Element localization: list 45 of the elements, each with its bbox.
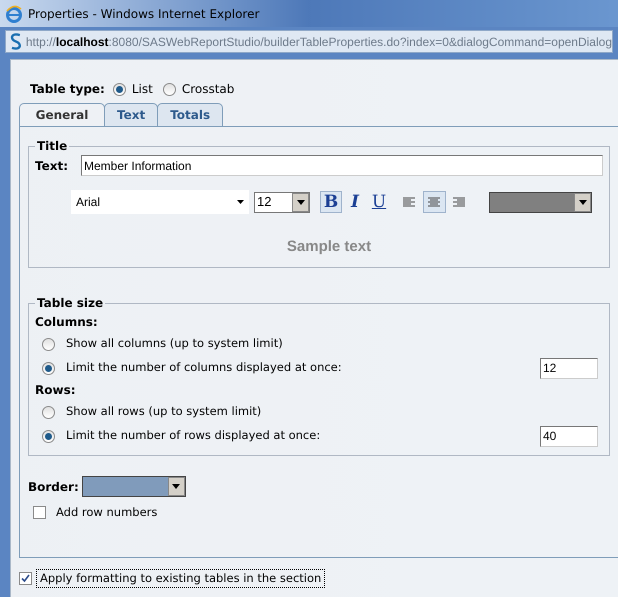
limit-field[interactable]: 40 — [540, 426, 598, 446]
align-right-icon — [453, 196, 466, 208]
align-center-button[interactable] — [423, 191, 446, 213]
tab[interactable]: General — [19, 103, 105, 127]
align-center-icon — [428, 196, 441, 208]
radio-button[interactable] — [42, 406, 55, 418]
radio-button[interactable] — [42, 338, 55, 350]
table-type-label: Table type: — [30, 81, 105, 98]
limit-field[interactable]: 12 — [540, 358, 598, 378]
section-heading: Rows: — [35, 382, 77, 399]
border-label: Border: — [28, 478, 79, 496]
radio-button[interactable] — [42, 362, 55, 374]
title-text-field[interactable]: Member Information — [81, 155, 603, 176]
dropdown-arrow-icon — [237, 200, 244, 204]
text-style-button[interactable]: B — [320, 191, 342, 213]
tab[interactable]: Text — [104, 103, 158, 127]
radio-label: Limit the number of rows displayed at once: — [66, 427, 320, 444]
align-left-icon — [403, 196, 416, 208]
radio-label: Crosstab — [182, 81, 234, 98]
text-style-button[interactable]: U — [368, 191, 390, 213]
border-color-select[interactable] — [82, 476, 186, 497]
site-logo-icon — [10, 33, 22, 50]
group-title: Table size — [36, 295, 104, 312]
text-label: Text: — [35, 158, 68, 174]
radio-label: Limit the number of columns displayed at once: — [66, 359, 342, 376]
radio-button[interactable] — [162, 82, 176, 96]
checkbox-label: Add row numbers — [56, 504, 158, 521]
radio-label: Show all rows (up to system limit) — [66, 403, 262, 420]
radio-label: List — [132, 81, 153, 98]
radio-label: Show all columns (up to system limit) — [66, 335, 283, 352]
section-heading: Columns: — [35, 314, 99, 331]
checkbox[interactable] — [19, 572, 32, 586]
group-title: Title — [36, 138, 68, 155]
browser-logo-icon — [5, 4, 23, 22]
radio-button[interactable] — [42, 430, 55, 442]
radio-button[interactable] — [112, 82, 126, 96]
text-color-select[interactable] — [489, 192, 592, 212]
checkbox-label: Apply formatting to existing tables in the section — [36, 569, 326, 588]
window-title: Properties - Windows Internet Explorer — [28, 6, 260, 22]
size-select[interactable]: 12 — [254, 192, 310, 212]
sample-text: Sample text — [286, 237, 372, 257]
font-select[interactable]: Arial — [71, 190, 249, 214]
checkbox[interactable] — [33, 506, 46, 520]
text-style-button[interactable]: I — [344, 191, 366, 213]
tab[interactable]: Totals — [157, 103, 224, 127]
